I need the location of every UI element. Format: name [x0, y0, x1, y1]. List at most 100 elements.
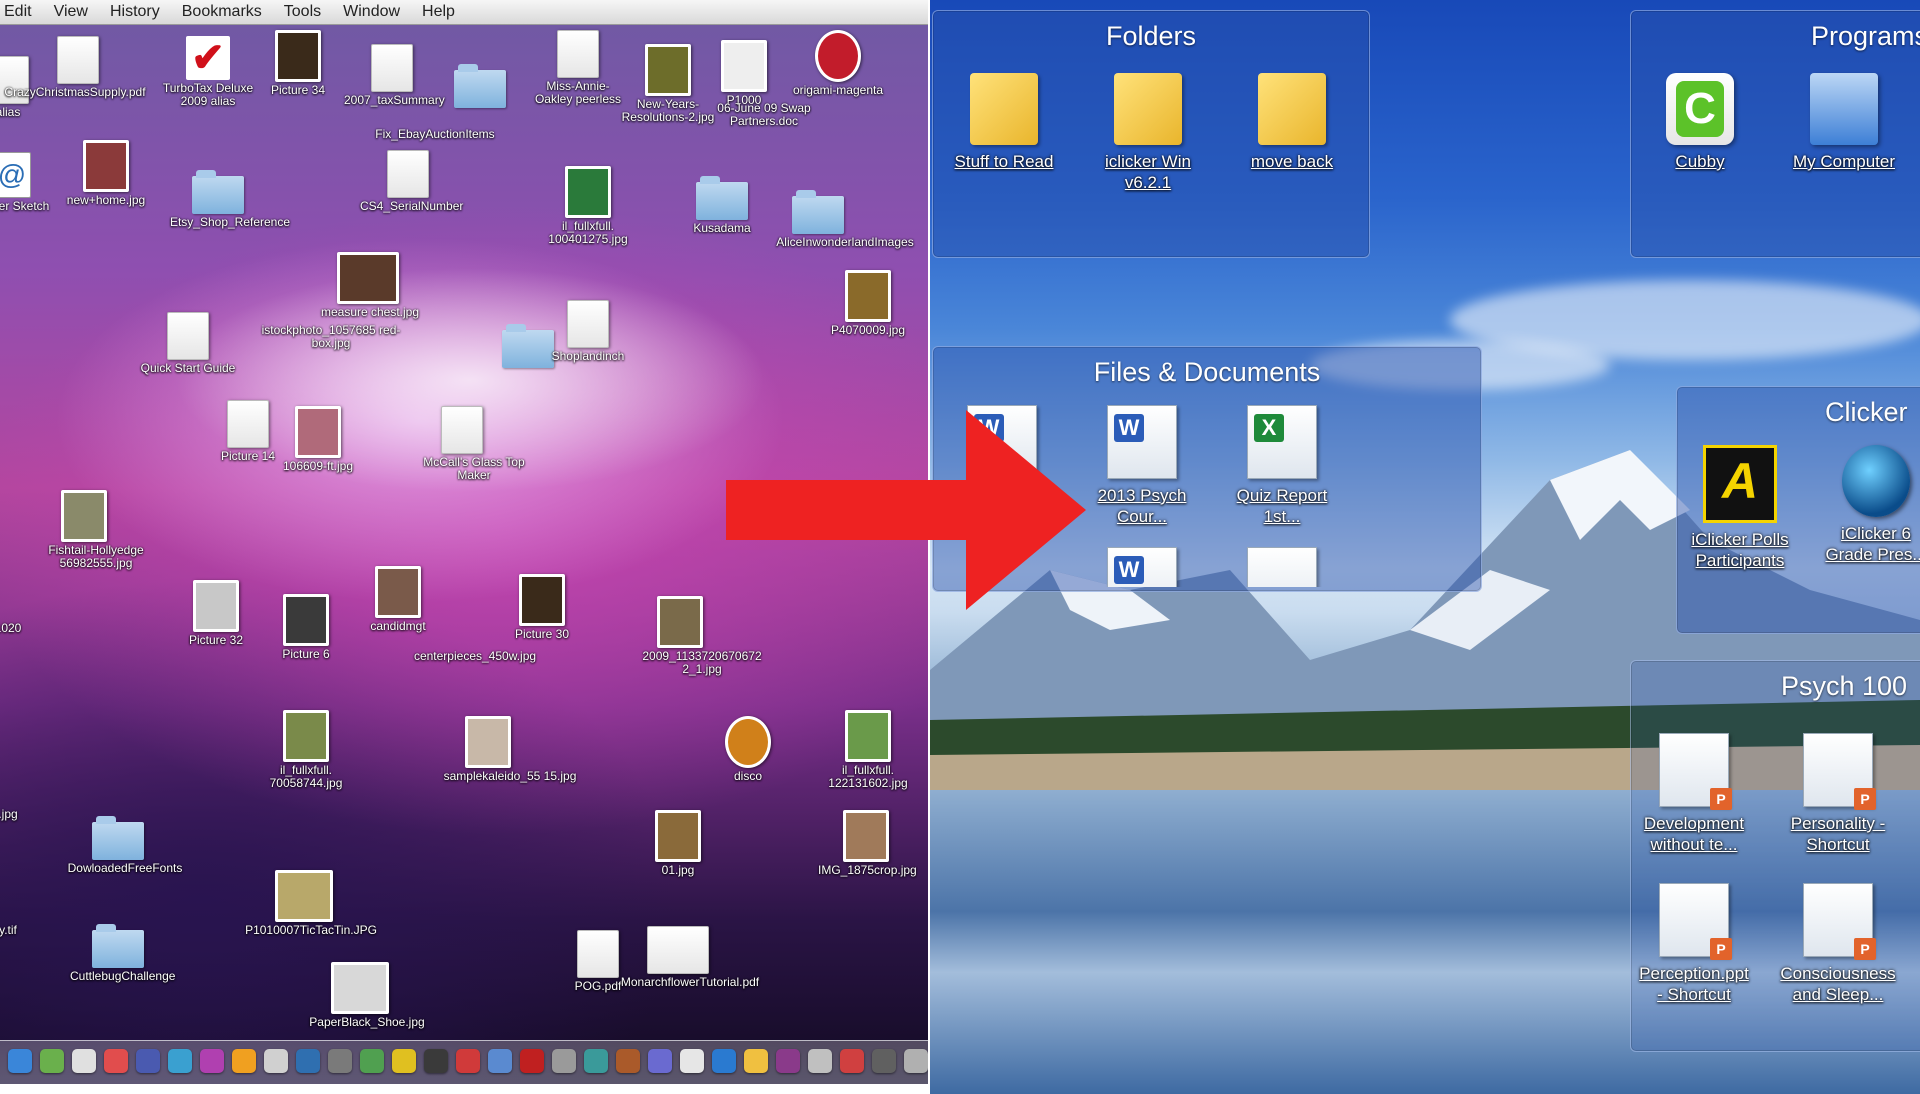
desktop-icon[interactable]: Kusadama — [674, 176, 770, 235]
dock-app-icon[interactable] — [424, 1049, 448, 1073]
clicker-grade-app[interactable]: iClicker 6 Grade Pres... — [1817, 445, 1920, 565]
menu-edit[interactable]: Edit — [4, 3, 32, 21]
dock-app-icon[interactable] — [200, 1049, 224, 1073]
desktop-icon[interactable]: @Poster Sketch — [0, 152, 60, 213]
desktop-icon[interactable]: candidmgt — [350, 566, 446, 633]
dock-app-icon[interactable] — [776, 1049, 800, 1073]
program-my-computer[interactable]: My Computer — [1785, 73, 1903, 172]
desktop-icon[interactable] — [432, 64, 528, 108]
dock-app-icon[interactable] — [648, 1049, 672, 1073]
desktop-icon[interactable]: origami-magenta — [790, 30, 886, 97]
dock-app-icon[interactable] — [872, 1049, 896, 1073]
dock-app-icon[interactable] — [680, 1049, 704, 1073]
shortcut-consciousness[interactable]: P Consciousness and Sleep... — [1779, 883, 1897, 1005]
menu-view[interactable]: View — [54, 3, 88, 21]
desktop-icon[interactable]: disco — [700, 716, 796, 783]
dock-app-icon[interactable] — [232, 1049, 256, 1073]
desktop-icon[interactable]: MonarchflowerTutorial.pdf — [621, 926, 759, 989]
desktop-icon[interactable]: istockphoto_1057685 red-box.jpg — [256, 322, 401, 350]
desktop-icon[interactable]: Miss-Annie-Oakley peerless — [530, 30, 626, 106]
desktop-icon[interactable]: 106609-ft.jpg — [270, 406, 366, 473]
desktop-icon[interactable]: AliceInwonderlandImages — [770, 190, 914, 249]
desktop-icon[interactable]: il_fullxfull. 122131602.jpg — [820, 710, 916, 790]
dock-app-icon[interactable] — [552, 1049, 576, 1073]
dock-app-icon[interactable] — [744, 1049, 768, 1073]
desktop-icon[interactable]: il_fullxfull. 70058744.jpg — [258, 710, 354, 790]
desktop-icon[interactable]: measure chest.jpg — [320, 252, 419, 319]
document-item[interactable] — [1223, 547, 1341, 587]
dock-app-icon[interactable] — [168, 1049, 192, 1073]
dock-app-icon[interactable] — [360, 1049, 384, 1073]
desktop-icon[interactable]: Picture 32 — [168, 580, 264, 647]
desktop-icon[interactable]: CrazyChristmasSupply.pdf — [4, 36, 146, 99]
dock-app-icon[interactable] — [296, 1049, 320, 1073]
desktop-icon[interactable]: P4070009.jpg — [820, 270, 916, 337]
desktop-icon[interactable]: CS4_SerialNumber — [360, 150, 463, 213]
dock-app-icon[interactable] — [488, 1049, 512, 1073]
desktop-icon[interactable]: il_fullxfull. 100401275.jpg — [540, 166, 636, 246]
desktop-icon[interactable]: McCall's Glass Top Maker — [414, 406, 525, 482]
desktop-icon[interactable]: PaperBlack_Shoe.jpg — [309, 962, 425, 1029]
document-quiz-report[interactable]: X Quiz Report 1st... — [1223, 405, 1341, 527]
dock-app-icon[interactable] — [840, 1049, 864, 1073]
desktop-icon[interactable]: new+home.jpg — [58, 140, 154, 207]
folder-move-back[interactable]: move back — [1233, 73, 1351, 172]
desktop-icon[interactable]: P1010007TicTacTin.JPG — [245, 870, 377, 937]
dock-app-icon[interactable] — [392, 1049, 416, 1073]
clicker-polls-app[interactable]: A iClicker Polls Participants — [1681, 445, 1799, 571]
dock-app-icon[interactable] — [264, 1049, 288, 1073]
desktop-icon[interactable]: DowloadedFreeFonts — [68, 816, 182, 875]
dock-app-icon[interactable] — [72, 1049, 96, 1073]
desktop-icon[interactable]: Picture 30 — [494, 574, 590, 641]
menu-history[interactable]: History — [110, 3, 160, 21]
fence-psych-100[interactable]: Psych 100 P Development without te... P … — [1630, 660, 1920, 1052]
desktop-icon[interactable]: Quick Start Guide — [140, 312, 236, 375]
menu-help[interactable]: Help — [422, 3, 455, 21]
desktop-icon[interactable]: Fishtail-Hollyedge 56982555.jpg — [36, 490, 144, 570]
desktop-icon[interactable]: Etsy_Shop_Reference — [170, 170, 290, 229]
shortcut-perception[interactable]: P Perception.ppt - Shortcut — [1635, 883, 1753, 1005]
dock-app-icon[interactable] — [616, 1049, 640, 1073]
desktop-icon[interactable]: P1000 — [696, 40, 792, 107]
dock-app-icon[interactable] — [456, 1049, 480, 1073]
dock-app-icon[interactable] — [520, 1049, 544, 1073]
dock-app-icon[interactable] — [712, 1049, 736, 1073]
desktop-icon[interactable]: centerpieces_450w.jpg — [400, 648, 536, 663]
shortcut-personality[interactable]: P Personality - Shortcut — [1779, 733, 1897, 855]
desktop-icon[interactable]: Picture 34 — [250, 30, 346, 97]
dock-app-icon[interactable] — [104, 1049, 128, 1073]
dock-app-icon[interactable] — [808, 1049, 832, 1073]
desktop-icon[interactable]: 06-June 09 Swap Partners.doc — [716, 100, 812, 128]
shortcut-development[interactable]: P Development without te... — [1635, 733, 1753, 855]
document-item[interactable]: W — [1083, 547, 1201, 587]
program-cubby[interactable]: C Cubby — [1641, 73, 1759, 172]
desktop-icon[interactable]: samplekaleido_55 15.jpg — [440, 716, 576, 783]
desktop-icon[interactable]: 2007_taxSummary — [344, 44, 445, 107]
document-psych-course[interactable]: W 2013 Psych Cour... — [1083, 405, 1201, 527]
desktop-icon[interactable]: Fix_EbayAuctionItems — [360, 126, 494, 141]
desktop-icon[interactable]: IMG_1875crop.jpg — [818, 810, 917, 877]
desktop-icon[interactable]: y.tif — [0, 922, 56, 937]
desktop-icon[interactable]: .jpg — [0, 806, 56, 821]
fence-programs[interactable]: Programs C Cubby My Computer — [1630, 10, 1920, 258]
folder-iclicker-win[interactable]: iclicker Win v6.2.1 — [1089, 73, 1207, 193]
menu-bookmarks[interactable]: Bookmarks — [182, 3, 262, 21]
desktop-icon[interactable]: 1020 — [0, 620, 56, 635]
menu-window[interactable]: Window — [343, 3, 400, 21]
dock-app-icon[interactable] — [136, 1049, 160, 1073]
desktop-icon[interactable]: Picture 6 — [258, 594, 354, 661]
folder-stuff-to-read[interactable]: Stuff to Read — [945, 73, 1063, 172]
dock-app-icon[interactable] — [904, 1049, 928, 1073]
desktop-icon[interactable]: 2009_1133720670672 2_1.jpg — [632, 596, 762, 676]
dock-app-icon[interactable] — [40, 1049, 64, 1073]
desktop-icon[interactable]: ✔ TurboTax Deluxe 2009 alias — [160, 36, 256, 108]
menu-tools[interactable]: Tools — [284, 3, 321, 21]
desktop-icon[interactable]: Shoplandinch — [540, 300, 636, 363]
fence-clicker[interactable]: Clicker A iClicker Polls Participants iC… — [1676, 386, 1920, 634]
dock-app-icon[interactable] — [584, 1049, 608, 1073]
dock-app-icon[interactable] — [8, 1049, 32, 1073]
desktop-icon[interactable]: 01.jpg — [630, 810, 726, 877]
dock-app-icon[interactable] — [328, 1049, 352, 1073]
fence-folders[interactable]: Folders Stuff to Read iclicker Win v6.2.… — [932, 10, 1370, 258]
desktop-icon[interactable]: CuttlebugChallenge — [70, 924, 175, 983]
